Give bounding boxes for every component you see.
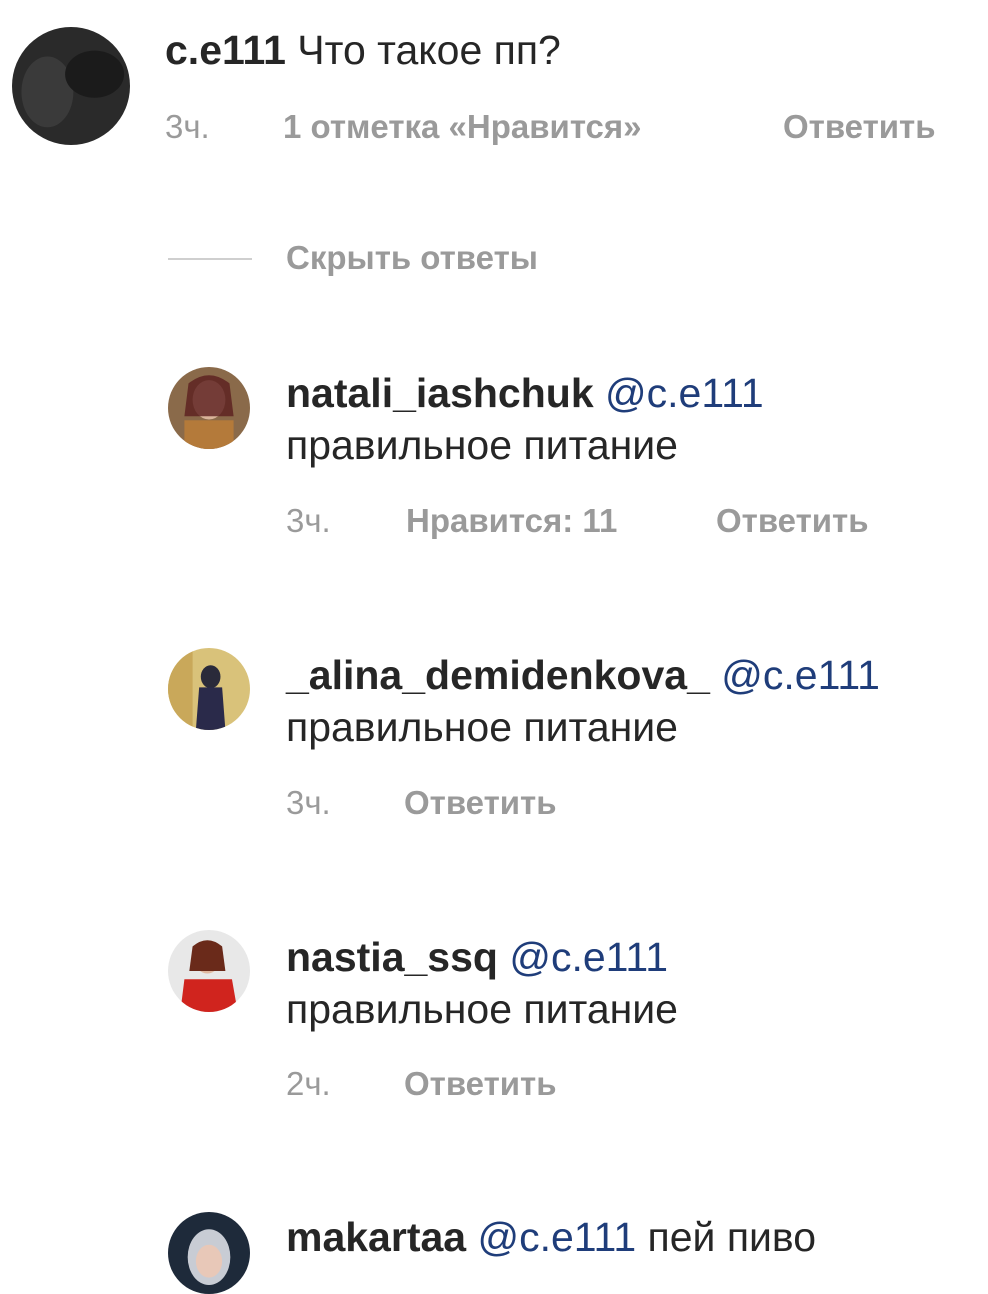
reply-text: nastia_ssq @c.e111 xyxy=(286,932,668,982)
reply-time: 3ч. xyxy=(286,784,331,821)
avatar[interactable] xyxy=(168,367,250,449)
reply-text: natali_iashchuk @c.e111 xyxy=(286,368,764,418)
reply-mention[interactable]: @c.e111 xyxy=(509,934,668,980)
reply-mention[interactable]: @c.e111 xyxy=(477,1214,636,1260)
comment-text: c.e111 Что такое пп? xyxy=(165,25,561,75)
reply-text: makartaa @c.e111 пей пиво xyxy=(286,1212,816,1262)
hide-replies-button[interactable]: Скрыть ответы xyxy=(286,238,538,278)
avatar[interactable] xyxy=(168,648,250,730)
avatar[interactable] xyxy=(12,27,130,145)
reply-mention[interactable]: @c.e111 xyxy=(721,652,880,698)
reply-reply-button[interactable]: Ответить xyxy=(404,1064,557,1104)
avatar[interactable] xyxy=(168,930,250,1012)
reply-text: _alina_demidenkova_ @c.e111 xyxy=(286,650,880,700)
reply-time: 3ч. xyxy=(286,502,331,539)
reply-body: пей пиво xyxy=(647,1214,817,1260)
reply-username[interactable]: makartaa xyxy=(286,1214,466,1260)
reply-reply-button[interactable]: Ответить xyxy=(716,501,869,541)
reply-likes-link[interactable]: Нравится: 11 xyxy=(406,501,617,541)
comment-time: 3ч. xyxy=(165,108,210,145)
reply-username[interactable]: nastia_ssq xyxy=(286,934,498,980)
comment-reply-button[interactable]: Ответить xyxy=(783,107,936,147)
comment-likes-link[interactable]: 1 отметка «Нравится» xyxy=(283,107,642,147)
comment-username[interactable]: c.e111 xyxy=(165,27,286,73)
reply-mention[interactable]: @c.e111 xyxy=(605,370,764,416)
comment-body: Что такое пп? xyxy=(297,27,561,73)
reply-username[interactable]: natali_iashchuk xyxy=(286,370,594,416)
reply-time: 2ч. xyxy=(286,1065,331,1102)
reply-username[interactable]: _alina_demidenkova_ xyxy=(286,652,710,698)
avatar[interactable] xyxy=(168,1212,250,1294)
reply-reply-button[interactable]: Ответить xyxy=(404,783,557,823)
reply-body: правильное питание xyxy=(286,986,678,1032)
reply-body: правильное питание xyxy=(286,704,678,750)
reply-body: правильное питание xyxy=(286,422,678,468)
hide-replies-divider xyxy=(168,258,252,260)
